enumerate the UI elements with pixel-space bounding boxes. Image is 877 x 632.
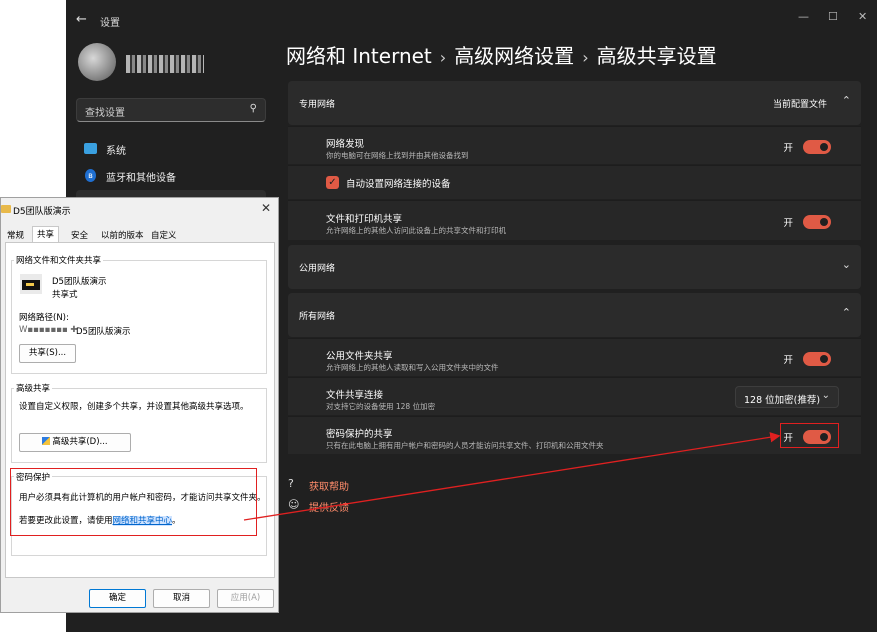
annotation-arrow xyxy=(243,432,781,521)
screen: ← 设置 — ☐ ✕ 查找设置 ⚲ 系统 ʙ 蓝牙和其他设备 网络和 Inter… xyxy=(0,0,877,632)
